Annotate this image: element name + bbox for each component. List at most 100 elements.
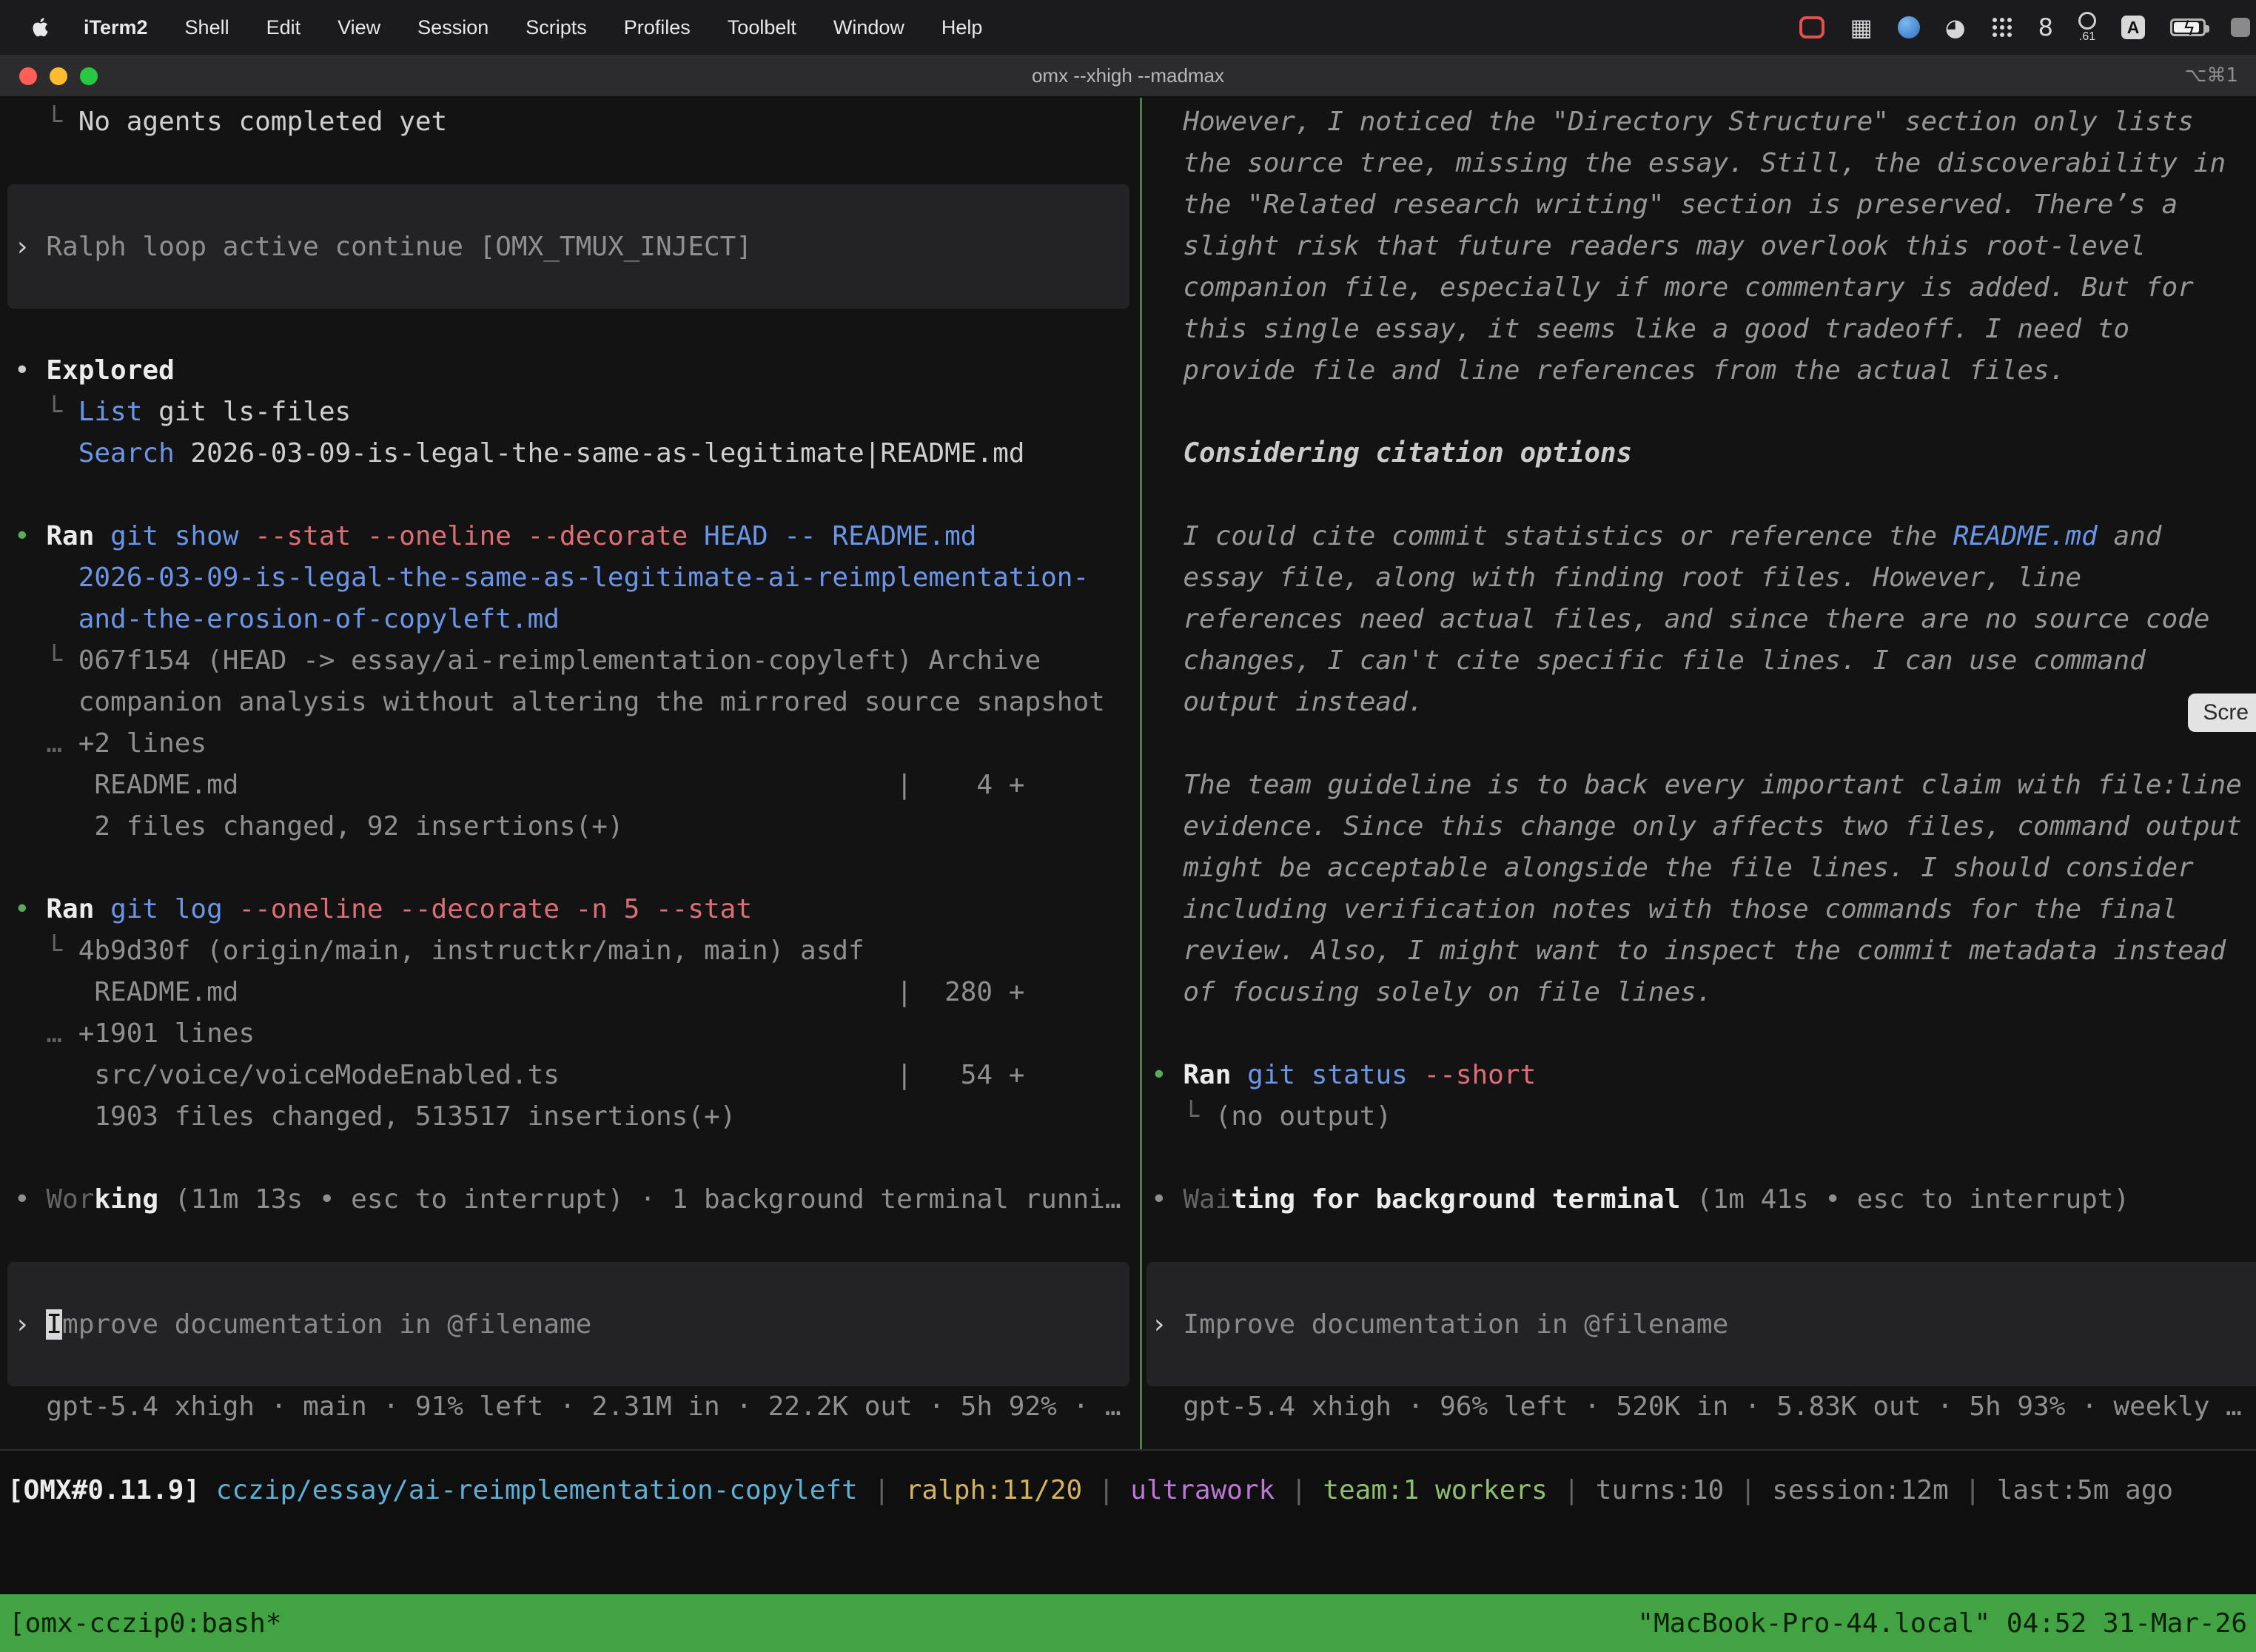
window-title: omx --xhigh --madmax — [1032, 64, 1224, 87]
menu-item-window[interactable]: Window — [815, 0, 923, 55]
omx-status-segment: | — [1082, 1475, 1130, 1505]
omx-status-segment: turns:10 — [1596, 1475, 1724, 1505]
term-text-segment: 4b9d30f (origin/main, instructkr/main, m… — [78, 936, 865, 966]
menu-item-help[interactable]: Help — [923, 0, 1001, 55]
menu-item-view[interactable]: View — [319, 0, 399, 55]
left-term-line: • Ran git show --stat --oneline --decora… — [0, 516, 1140, 557]
recording-indicator-icon[interactable] — [1799, 16, 1824, 38]
right-term-line — [1142, 723, 2256, 765]
term-text-segment: Ran — [46, 894, 110, 924]
term-text-segment: └ — [1151, 1101, 1215, 1132]
right-term-line: I could cite commit statistics or refere… — [1142, 516, 2256, 557]
term-text-segment: +2 lines — [78, 728, 207, 759]
left-prompt-box[interactable]: › Ralph loop active continue [OMX_TMUX_I… — [7, 184, 1129, 309]
term-text-segment: └ — [14, 397, 78, 427]
term-text-segment: › — [14, 232, 46, 262]
term-text-segment: Improve documentation in @filename — [1183, 1309, 1728, 1340]
screen-tooltip[interactable]: Scre — [2188, 694, 2256, 732]
term-text-segment: 2026-03-09-is-legal-the-same-as-legitima… — [14, 563, 1089, 593]
term-text-segment: └ — [14, 107, 78, 137]
term-text-segment: Explored — [46, 355, 174, 386]
right-term-line: the source tree, missing the essay. Stil… — [1142, 143, 2256, 184]
battery-icon[interactable]: ϟ — [2170, 19, 2206, 36]
left-term-line: README.md | 280 + — [0, 972, 1140, 1013]
term-text-segment: (no output) — [1215, 1101, 1391, 1132]
left-term-line — [0, 847, 1140, 889]
term-text-segment: › — [14, 1309, 46, 1340]
left-term-line — [0, 309, 1140, 350]
term-text-segment: └ — [14, 645, 78, 676]
omx-status-bar: [OMX#0.11.9] cczip/essay/ai-reimplementa… — [0, 1449, 2256, 1594]
right-pane[interactable]: However, I noticed the "Directory Struct… — [1142, 98, 2256, 1449]
menu-items: iTerm2ShellEditViewSessionScriptsProfile… — [65, 0, 1001, 55]
tmux-host-time: "MacBook-Pro-44.local" 04:52 31-Mar-26 — [1637, 1608, 2247, 1639]
left-term-line: … +1901 lines — [0, 1013, 1140, 1055]
blue-orb-icon[interactable] — [1898, 16, 1920, 38]
close-button[interactable] — [19, 67, 37, 85]
term-text-segment: companion analysis without altering the … — [14, 687, 1105, 717]
term-text-segment: changes, I can't cite specific file line… — [1151, 645, 2146, 676]
right-term-line: provide file and line references from th… — [1142, 350, 2256, 392]
term-text-segment: the source tree, missing the essay. Stil… — [1151, 148, 2226, 178]
right-prompt-box[interactable]: › Improve documentation in @filename — [1147, 1262, 2256, 1386]
left-term-line: 1903 files changed, 513517 insertions(+) — [0, 1096, 1140, 1138]
clipped-menu-icon[interactable] — [2231, 18, 2250, 37]
left-term-line: gpt-5.4 xhigh · main · 91% left · 2.31M … — [0, 1386, 1140, 1428]
term-text-segment: 1903 files changed, 513517 insertions(+) — [14, 1101, 736, 1132]
menu-item-iterm2[interactable]: iTerm2 — [65, 0, 167, 55]
term-text-segment: --oneline --decorate -n 5 --stat — [238, 894, 752, 924]
right-term-line — [1142, 474, 2256, 516]
term-text-segment: essay file, along with finding root file… — [1151, 563, 2081, 593]
apple-menu[interactable] — [30, 15, 55, 40]
window-grid-icon[interactable]: ▦ — [1850, 16, 1872, 39]
right-term-line: including verification notes with those … — [1142, 889, 2256, 930]
left-prompt-box[interactable]: › Improve documentation in @filename — [7, 1262, 1129, 1386]
term-text-segment: this single essay, it seems like a good … — [1151, 314, 2129, 344]
right-term-line: Considering citation options — [1142, 433, 2256, 474]
term-text-segment: • — [14, 355, 46, 386]
right-term-line: of focusing solely on file lines. — [1142, 972, 2256, 1013]
stats-icon[interactable]: 8 — [2038, 16, 2053, 39]
term-text-segment: git show — [110, 521, 255, 551]
menu-item-session[interactable]: Session — [399, 0, 507, 55]
menu-item-toolbelt[interactable]: Toolbelt — [709, 0, 815, 55]
menu-item-profiles[interactable]: Profiles — [605, 0, 709, 55]
right-term-line: evidence. Since this change only affects… — [1142, 806, 2256, 847]
omx-status-segment: ralph:11/20 — [906, 1475, 1082, 1505]
term-text-segment: --stat --oneline --decorate — [255, 521, 704, 551]
menu-bar: iTerm2ShellEditViewSessionScriptsProfile… — [0, 0, 2256, 55]
right-term-line: essay file, along with finding root file… — [1142, 557, 2256, 599]
dots-grid-icon[interactable] — [1991, 16, 2013, 38]
term-text-segment: --short — [1423, 1060, 1536, 1090]
term-text-segment: I — [46, 1309, 62, 1340]
term-text-segment: (1m 41s • esc to interrupt) — [1680, 1184, 2129, 1215]
gauge-dial-icon — [2078, 12, 2096, 30]
term-text-segment: Considering citation options — [1151, 438, 1632, 469]
input-source-icon[interactable]: A — [2121, 16, 2145, 39]
minimize-button[interactable] — [50, 67, 67, 85]
menu-item-scripts[interactable]: Scripts — [507, 0, 605, 55]
term-text-segment: output instead. — [1151, 687, 1423, 717]
zoom-button[interactable] — [80, 67, 98, 85]
right-term-line — [1142, 1220, 2256, 1262]
left-term-line — [0, 1138, 1140, 1179]
term-text-segment: › — [1151, 1309, 1183, 1340]
left-term-line: … +2 lines — [0, 723, 1140, 765]
term-text-segment: • — [1151, 1184, 1183, 1215]
left-pane[interactable]: └ No agents completed yet› Ralph loop ac… — [0, 98, 1140, 1449]
right-term-line: • Ran git status --short — [1142, 1055, 2256, 1096]
menu-item-shell[interactable]: Shell — [167, 0, 248, 55]
gauge-icon[interactable]: .61 — [2078, 12, 2096, 44]
term-text-segment: 067f154 (HEAD -> essay/ai-reimplementati… — [78, 645, 1041, 676]
right-term-line: review. Also, I might want to inspect th… — [1142, 930, 2256, 972]
menu-item-edit[interactable]: Edit — [248, 0, 320, 55]
right-term-line: slight risk that future readers may over… — [1142, 226, 2256, 267]
term-text-segment: and-the-erosion-of-copyleft.md — [14, 604, 560, 634]
right-term-line: • Waiting for background terminal (1m 41… — [1142, 1179, 2256, 1220]
term-text-segment: … — [14, 1018, 78, 1049]
terminal: └ No agents completed yet› Ralph loop ac… — [0, 98, 2256, 1449]
left-term-line — [0, 143, 1140, 184]
moon-icon[interactable]: ◕ — [1945, 16, 1966, 39]
term-text-segment: └ — [14, 936, 78, 966]
omx-status-segment: | — [1275, 1475, 1323, 1505]
